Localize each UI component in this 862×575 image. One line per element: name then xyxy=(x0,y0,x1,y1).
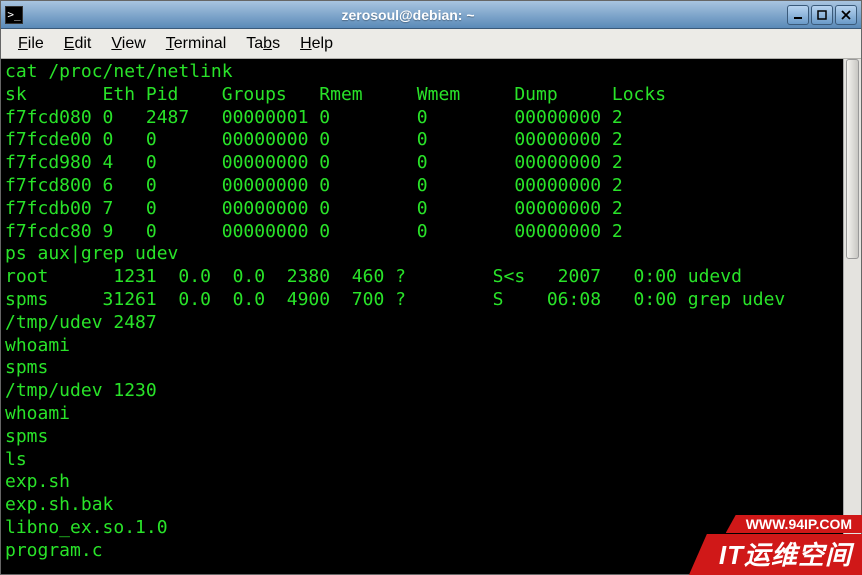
close-icon xyxy=(840,9,852,21)
maximize-icon xyxy=(816,9,828,21)
window-title: zerosoul@debian: ~ xyxy=(29,7,787,23)
window-controls xyxy=(787,5,857,25)
terminal-output[interactable]: cat /proc/net/netlink sk Eth Pid Groups … xyxy=(1,59,843,574)
maximize-button[interactable] xyxy=(811,5,833,25)
menu-tabs[interactable]: Tabs xyxy=(237,32,289,56)
scrollbar-thumb[interactable] xyxy=(846,59,859,259)
menu-view[interactable]: View xyxy=(102,32,154,56)
scrollbar[interactable] xyxy=(843,59,861,574)
menu-file[interactable]: File xyxy=(9,32,53,56)
terminal-area: cat /proc/net/netlink sk Eth Pid Groups … xyxy=(1,59,861,574)
menubar: File Edit View Terminal Tabs Help xyxy=(1,29,861,59)
menu-edit[interactable]: Edit xyxy=(55,32,101,56)
minimize-icon xyxy=(792,9,804,21)
app-icon: >_ xyxy=(5,6,23,24)
terminal-window: >_ zerosoul@debian: ~ File Edit View Ter… xyxy=(0,0,862,575)
menu-help[interactable]: Help xyxy=(291,32,342,56)
titlebar[interactable]: >_ zerosoul@debian: ~ xyxy=(1,1,861,29)
minimize-button[interactable] xyxy=(787,5,809,25)
menu-terminal[interactable]: Terminal xyxy=(157,32,235,56)
close-button[interactable] xyxy=(835,5,857,25)
